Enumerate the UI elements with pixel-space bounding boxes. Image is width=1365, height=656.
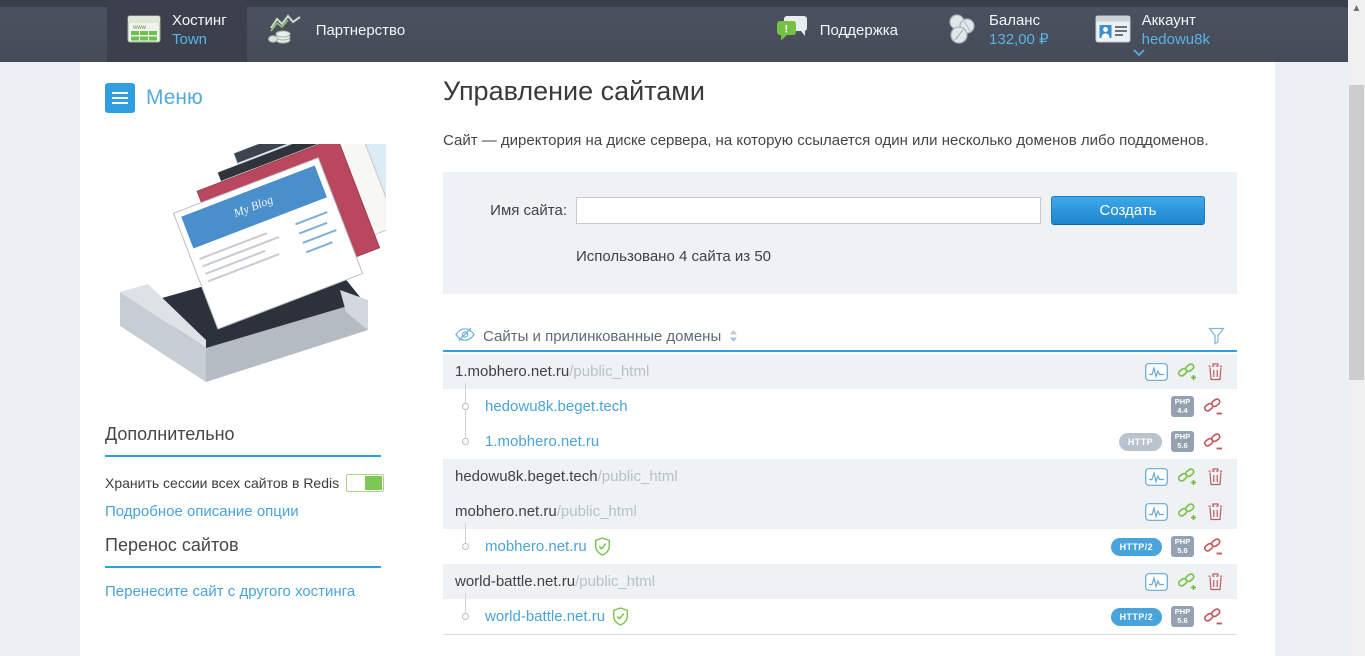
table-row-domain: hedowu8k.beget.tech PHP4.4: [443, 389, 1237, 424]
php-version-badge[interactable]: PHP5.6: [1171, 431, 1194, 452]
site-statistics-button[interactable]: [1145, 573, 1168, 591]
domain-link[interactable]: 1.mobhero.net.ru: [485, 433, 599, 450]
nav-partnership[interactable]: Партнерство: [247, 0, 426, 62]
delete-site-button[interactable]: [1207, 467, 1224, 486]
delete-site-button[interactable]: [1207, 362, 1224, 381]
balance-icon: [944, 13, 978, 50]
create-site-panel: Имя сайта: Создать Использовано 4 сайта …: [443, 172, 1237, 294]
sites-illustration: My Blog: [106, 144, 386, 389]
site-directory-path: /public_html: [575, 573, 655, 590]
table-row-site: mobhero.net.ru/public_html: [443, 494, 1237, 529]
svg-text:www: www: [132, 25, 147, 31]
nav-support-label: Поддержка: [820, 22, 898, 41]
content-card: Меню My Blog: [80, 62, 1275, 656]
table-header-title: Сайты и прилинкованные домены: [483, 328, 721, 345]
domain-link[interactable]: world-battle.net.ru: [485, 608, 605, 625]
link-domain-button[interactable]: [1177, 571, 1198, 592]
support-icon: !: [775, 14, 809, 49]
table-row-domain: 1.mobhero.net.ru HTTP PHP5.6: [443, 424, 1237, 459]
chevron-down-icon[interactable]: [1133, 43, 1145, 61]
redis-toggle[interactable]: [346, 474, 384, 492]
site-directory-name: mobhero.net.ru: [455, 503, 557, 520]
section-title-transfer: Перенос сайтов: [105, 535, 381, 568]
account-username: hedowu8k: [1142, 31, 1210, 50]
scrollbar-up-arrow[interactable]: ▲: [1348, 0, 1365, 17]
section-title-extra: Дополнительно: [105, 424, 381, 457]
unlink-domain-button[interactable]: [1203, 396, 1224, 417]
unlink-domain-button[interactable]: [1203, 536, 1224, 557]
site-transfer-link[interactable]: Перенесите сайт с другого хостинга: [105, 583, 355, 600]
php-version-badge[interactable]: PHP4.4: [1171, 396, 1194, 417]
balance-value: 132,00 ₽: [989, 31, 1049, 50]
nav-hosting-label: Хостинг: [172, 12, 227, 31]
site-directory-name: world-battle.net.ru: [455, 573, 575, 590]
page-description: Сайт — директория на диске сервера, на к…: [443, 132, 1209, 149]
http-protocol-badge: HTTP: [1119, 433, 1162, 451]
nav-hosting-sublabel: Town: [172, 31, 227, 50]
link-domain-button[interactable]: [1177, 361, 1198, 382]
create-site-button[interactable]: Создать: [1051, 196, 1205, 225]
redis-option-label: Хранить сессии всех сайтов в Redis: [105, 475, 339, 491]
delete-site-button[interactable]: [1207, 572, 1224, 591]
site-directory-path: /public_html: [598, 468, 678, 485]
php-version-badge[interactable]: PHP5.6: [1171, 606, 1194, 627]
sort-toggle-icon[interactable]: [729, 329, 738, 343]
page-title: Управление сайтами: [443, 76, 705, 107]
eye-off-icon[interactable]: [455, 327, 475, 346]
http-protocol-badge: HTTP/2: [1111, 608, 1162, 626]
site-name-input[interactable]: [576, 197, 1041, 224]
table-row-site: 1.mobhero.net.ru/public_html: [443, 354, 1237, 389]
nav-support[interactable]: ! Поддержка: [755, 0, 918, 62]
domain-link[interactable]: hedowu8k.beget.tech: [485, 398, 628, 415]
site-directory-name: 1.mobhero.net.ru: [455, 363, 569, 380]
site-statistics-button[interactable]: [1145, 363, 1168, 381]
nav-hosting[interactable]: www Хостинг Town: [107, 0, 247, 62]
menu-label[interactable]: Меню: [146, 86, 203, 110]
nav-balance-label: Баланс: [989, 12, 1049, 31]
table-row-site: world-battle.net.ru/public_html: [443, 564, 1237, 599]
scrollbar-thumb[interactable]: [1349, 85, 1364, 380]
svg-text:!: !: [784, 23, 788, 35]
unlink-domain-button[interactable]: [1203, 431, 1224, 452]
http-protocol-badge: HTTP/2: [1111, 538, 1162, 556]
redis-details-link[interactable]: Подробное описание опции: [105, 503, 299, 520]
site-directory-path: /public_html: [569, 363, 649, 380]
menu-toggle[interactable]: Меню: [105, 83, 203, 113]
scrollbar[interactable]: ▲: [1348, 0, 1365, 656]
sites-usage-text: Использовано 4 сайта из 50: [576, 248, 771, 265]
sites-table-header: Сайты и прилинкованные домены: [443, 322, 1237, 352]
sites-table-rows: 1.mobhero.net.ru/public_html: [443, 354, 1237, 635]
hosting-icon: www: [127, 15, 161, 48]
nav-partnership-label: Партнерство: [316, 22, 406, 41]
unlink-domain-button[interactable]: [1203, 606, 1224, 627]
site-directory-name: hedowu8k.beget.tech: [455, 468, 598, 485]
nav-balance[interactable]: Баланс 132,00 ₽: [924, 0, 1069, 62]
site-directory-path: /public_html: [557, 503, 637, 520]
table-row-site: hedowu8k.beget.tech/public_html: [443, 459, 1237, 494]
site-statistics-button[interactable]: [1145, 468, 1168, 486]
ssl-shield-icon: [594, 537, 611, 556]
table-row-domain: mobhero.net.ru HTTP/2 PHP5.6: [443, 529, 1237, 564]
nav-account[interactable]: Аккаунт hedowu8k: [1075, 0, 1230, 62]
site-name-label: Имя сайта:: [443, 202, 576, 219]
delete-site-button[interactable]: [1207, 502, 1224, 521]
filter-funnel-icon[interactable]: [1208, 327, 1225, 345]
partnership-icon: [267, 13, 305, 50]
ssl-shield-icon: [612, 607, 629, 626]
hamburger-icon[interactable]: [105, 83, 135, 113]
account-icon: [1095, 15, 1131, 48]
php-version-badge[interactable]: PHP5.6: [1171, 536, 1194, 557]
domain-link[interactable]: mobhero.net.ru: [485, 538, 587, 555]
link-domain-button[interactable]: [1177, 466, 1198, 487]
nav-account-label: Аккаунт: [1142, 12, 1210, 31]
table-row-domain: world-battle.net.ru HTTP/2 PHP5.6: [443, 599, 1237, 634]
site-statistics-button[interactable]: [1145, 503, 1168, 521]
link-domain-button[interactable]: [1177, 501, 1198, 522]
topbar: www Хостинг Town: [0, 0, 1348, 62]
